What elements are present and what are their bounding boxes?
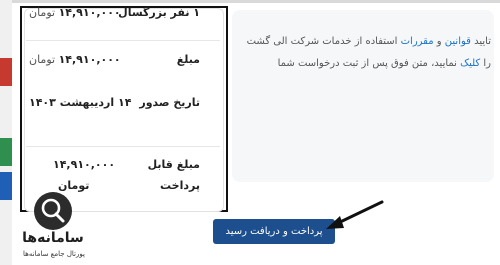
payable-label: پرداخت bbox=[160, 179, 200, 192]
watermark-logo: سامانه‌ها پورتال جامع سامانه‌ها bbox=[14, 192, 94, 262]
desktop-shortcut-icon[interactable] bbox=[0, 58, 12, 86]
rules-link[interactable]: قوانین bbox=[445, 36, 471, 47]
terms-line: را کلیک نمایید، متن فوق پس از ثبت درخواس… bbox=[277, 58, 491, 69]
terms-line: تایید قوانین و مقررات استفاده از خدمات ش… bbox=[246, 36, 491, 47]
summary-row-label: تاریخ صدور bbox=[139, 96, 200, 109]
payable-amount: ۱۴,۹۱۰,۰۰۰ bbox=[53, 158, 116, 171]
pay-and-receipt-button[interactable]: پرداخت و دریافت رسید bbox=[213, 219, 335, 244]
summary-row-label: ۱ نفر بزرگسال bbox=[118, 6, 200, 19]
summary-row-value: ۱۴ اردیبهشت ۱۴۰۳ bbox=[29, 96, 132, 109]
regulations-link[interactable]: مقررات bbox=[401, 36, 434, 47]
desktop-shortcut-icon[interactable] bbox=[0, 172, 12, 200]
desktop-shortcut-icon[interactable] bbox=[0, 138, 12, 166]
desktop-edge bbox=[0, 0, 12, 265]
payable-label: مبلغ قابل bbox=[147, 158, 200, 171]
logo-title: سامانه‌ها bbox=[22, 230, 84, 246]
logo-subtitle: پورتال جامع سامانه‌ها bbox=[23, 250, 85, 258]
summary-row-value: ۱۴,۹۱۰,۰۰۰ تومان bbox=[29, 6, 121, 19]
browser-top-strip bbox=[0, 0, 500, 3]
logo-icon bbox=[34, 192, 72, 230]
summary-row-label: مبلغ bbox=[176, 53, 200, 66]
click-link[interactable]: کلیک bbox=[460, 58, 480, 69]
summary-row-value: ۱۴,۹۱۰,۰۰۰ تومان bbox=[29, 53, 121, 66]
row-divider bbox=[26, 146, 220, 147]
payable-unit: تومان bbox=[58, 179, 90, 192]
row-divider bbox=[26, 40, 220, 41]
arrow-pointer-icon bbox=[326, 200, 384, 229]
